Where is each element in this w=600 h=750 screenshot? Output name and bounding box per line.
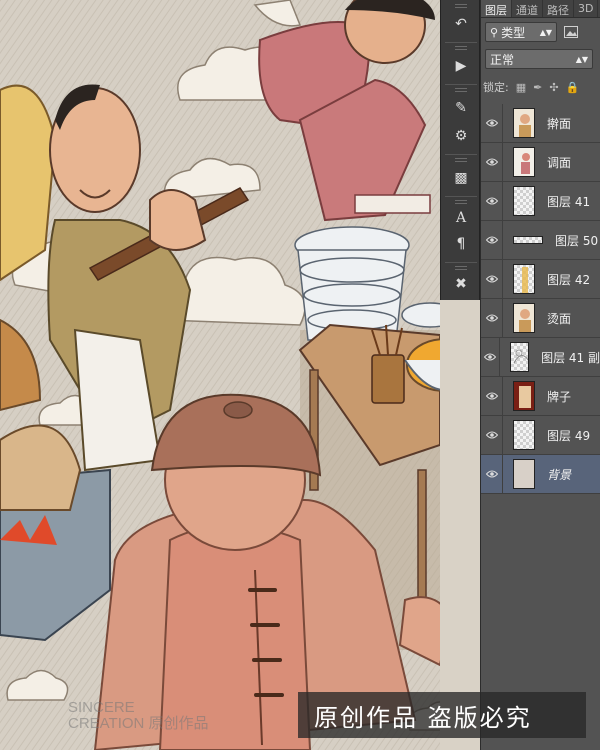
filter-by-pixel-icon[interactable]: [561, 22, 581, 42]
layer-thumbnail: [513, 459, 535, 489]
visibility-eye-icon[interactable]: [481, 337, 500, 377]
lock-label: 锁定:: [483, 81, 509, 94]
layer-name: 牌子: [547, 389, 572, 404]
layer-row[interactable]: 图层 41 副: [481, 337, 600, 377]
brand-mark: SINCERE CREATION 原创作品: [68, 700, 209, 732]
clone-source-icon[interactable]: ▩: [447, 166, 475, 190]
document-canvas[interactable]: [0, 0, 440, 750]
visibility-eye-icon[interactable]: [481, 220, 503, 260]
brand-line-2: CREATION 原创作品: [68, 715, 209, 732]
visibility-eye-icon[interactable]: [481, 103, 503, 143]
illustration: [0, 0, 440, 750]
layer-thumbnail: [513, 186, 535, 216]
brush-preset-icon[interactable]: ✎: [447, 96, 475, 120]
tool-preset-icon[interactable]: ⚙: [447, 124, 475, 148]
layer-row[interactable]: 牌子: [481, 376, 600, 416]
layer-thumbnail: [513, 303, 535, 333]
lock-transparent-icon[interactable]: ▦: [516, 81, 526, 94]
layer-filter-row: ⚲ 类型 ▲▼: [485, 21, 596, 43]
dock-grip[interactable]: [455, 158, 467, 162]
tab-3d[interactable]: 3D: [574, 0, 599, 17]
tab-channels[interactable]: 通道: [512, 0, 543, 17]
visibility-eye-icon[interactable]: [481, 298, 503, 338]
visibility-eye-icon[interactable]: [481, 454, 503, 494]
tab-paths[interactable]: 路径: [543, 0, 574, 17]
layer-thumbnail: [513, 381, 535, 411]
dock-grip[interactable]: [455, 4, 467, 8]
panel-dock-toolbar: ↶ ▶ ✎ ⚙ ▩ A ¶ ✖: [440, 0, 480, 300]
visibility-eye-icon[interactable]: [481, 376, 503, 416]
filter-select-value: 类型: [501, 25, 526, 40]
lock-position-icon[interactable]: ✣: [549, 81, 558, 94]
layer-name: 调面: [547, 155, 572, 170]
panel-tabs: 图层 通道 路径 3D: [481, 0, 600, 18]
search-icon: ⚲: [490, 25, 499, 39]
layer-name: 图层 41: [547, 194, 591, 209]
layer-row[interactable]: 烫面: [481, 298, 600, 338]
layer-thumbnail: [509, 342, 530, 372]
play-icon[interactable]: ▶: [447, 54, 475, 78]
layer-name: 擀面: [547, 116, 572, 131]
tab-layers[interactable]: 图层: [481, 0, 512, 17]
layer-filter-select[interactable]: ⚲ 类型 ▲▼: [485, 22, 557, 42]
layer-name: 图层 41 副: [541, 350, 600, 365]
character-icon[interactable]: A: [447, 206, 475, 230]
layer-name: 图层 42: [547, 272, 591, 287]
layer-thumbnail: [513, 236, 543, 244]
layer-name: 背景: [547, 467, 572, 482]
layer-thumbnail: [513, 147, 535, 177]
visibility-eye-icon[interactable]: [481, 259, 503, 299]
dock-grip[interactable]: [455, 266, 467, 270]
lock-row: 锁定: ▦ ✒ ✣ 🔒: [483, 78, 598, 96]
layer-list: 擀面调面图层 41 图层 50 图层 42 烫面图层 41 副牌子图层 49 背景: [481, 103, 600, 494]
blend-mode-select[interactable]: 正常 ▲▼: [485, 49, 593, 69]
stepper-icon: ▲▼: [575, 54, 588, 64]
layer-thumbnail: [513, 420, 535, 450]
dock-grip[interactable]: [455, 200, 467, 204]
dock-grip[interactable]: [455, 46, 467, 50]
blend-mode-value: 正常: [490, 52, 515, 67]
layer-name: 图层 49: [547, 428, 591, 443]
layer-row[interactable]: 图层 41: [481, 181, 600, 221]
watermark-banner: 原创作品 盗版必究: [298, 692, 586, 738]
layer-name: 烫面: [547, 311, 572, 326]
visibility-eye-icon[interactable]: [481, 181, 503, 221]
layer-row[interactable]: 图层 49: [481, 415, 600, 455]
layer-row[interactable]: 图层 50: [481, 220, 600, 260]
dock-grip[interactable]: [455, 88, 467, 92]
layer-row[interactable]: 调面: [481, 142, 600, 182]
lock-image-icon[interactable]: ✒: [533, 81, 542, 94]
layers-panel: 图层 通道 路径 3D ⚲ 类型 ▲▼ 正常 ▲▼ 锁定: ▦ ✒ ✣ 🔒 擀面…: [480, 0, 600, 750]
brand-line-1: SINCERE: [68, 699, 135, 716]
visibility-eye-icon[interactable]: [481, 415, 503, 455]
layer-name: 图层 50: [555, 233, 599, 248]
visibility-eye-icon[interactable]: [481, 142, 503, 182]
tools-icon[interactable]: ✖: [447, 272, 475, 296]
layer-row[interactable]: 图层 42: [481, 259, 600, 299]
stepper-icon: ▲▼: [539, 27, 552, 37]
history-icon[interactable]: ↶: [447, 12, 475, 36]
blend-mode-row: 正常 ▲▼: [485, 49, 597, 71]
lock-all-icon[interactable]: 🔒: [566, 81, 580, 94]
paragraph-icon[interactable]: ¶: [447, 232, 475, 256]
layer-thumbnail: [513, 108, 535, 138]
layer-row[interactable]: 背景: [481, 454, 600, 494]
layer-row[interactable]: 擀面: [481, 103, 600, 143]
layer-thumbnail: [513, 264, 535, 294]
